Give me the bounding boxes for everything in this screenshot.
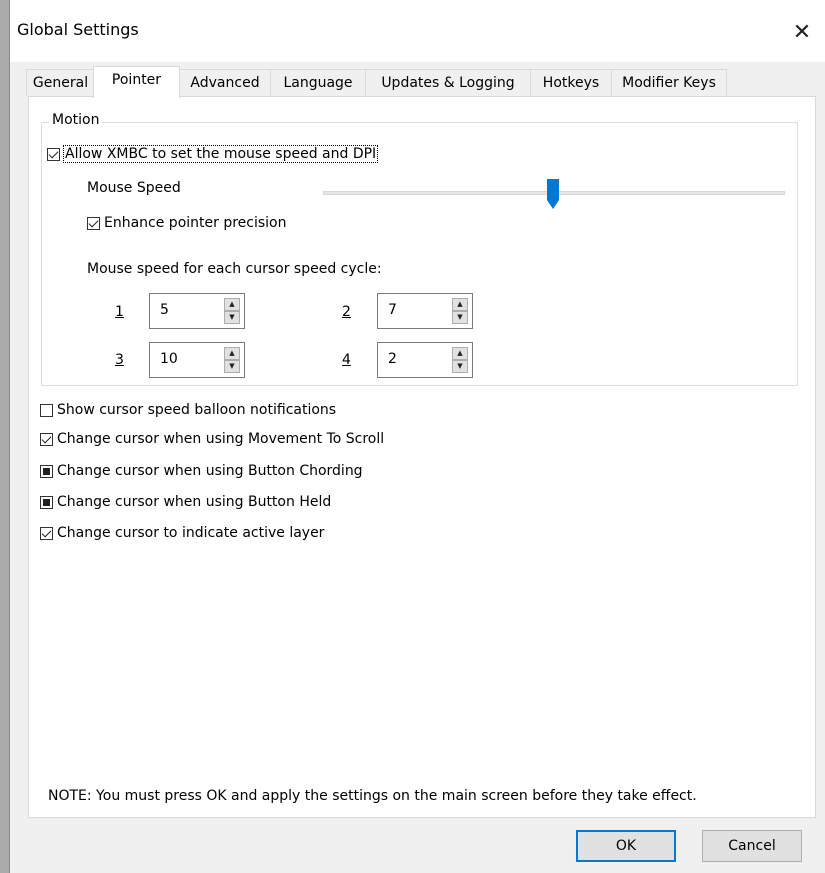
spin-down-button[interactable]: ▼ <box>452 311 468 324</box>
spin-down-icon: ▼ <box>457 362 463 370</box>
pointer-tab-panel: Motion Allow XMBC to set the mouse speed… <box>28 96 816 818</box>
cycle-3-spinner[interactable]: 10 ▲ ▼ <box>149 342 245 378</box>
balloon-notifications-label: Show cursor speed balloon notifications <box>57 402 337 418</box>
close-button[interactable]: ✕ <box>778 12 825 52</box>
checkbox-box <box>47 147 60 161</box>
spin-up-icon: ▲ <box>229 300 235 308</box>
tab-hotkeys[interactable]: Hotkeys <box>530 69 612 96</box>
active-layer-label: Change cursor to indicate active layer <box>57 525 325 541</box>
mouse-speed-label: Mouse Speed <box>87 180 181 196</box>
cycle-4-label: 4 <box>342 352 351 368</box>
checkbox-box <box>87 216 100 230</box>
checkbox-box <box>40 432 53 446</box>
spinner-value: 7 <box>388 302 397 318</box>
global-settings-dialog: Global Settings ✕ General Pointer Advanc… <box>9 0 825 873</box>
spin-up-button[interactable]: ▲ <box>224 298 240 311</box>
balloon-notifications-checkbox[interactable]: Show cursor speed balloon notifications <box>40 402 336 418</box>
spin-up-button[interactable]: ▲ <box>452 347 468 360</box>
tab-modifier-keys[interactable]: Modifier Keys <box>611 69 727 96</box>
checkbox-box <box>40 403 53 417</box>
title-bar: Global Settings ✕ <box>10 0 825 62</box>
tab-general[interactable]: General <box>26 69 95 96</box>
settings-note: NOTE: You must press OK and apply the se… <box>48 788 697 804</box>
close-icon: ✕ <box>792 19 812 45</box>
tab-advanced[interactable]: Advanced <box>179 69 271 96</box>
enhance-precision-checkbox[interactable]: Enhance pointer precision <box>87 215 287 231</box>
checkbox-box <box>40 495 53 509</box>
checkbox-box <box>40 464 53 478</box>
active-layer-checkbox[interactable]: Change cursor to indicate active layer <box>40 525 324 541</box>
spinner-value: 5 <box>160 302 169 318</box>
movement-to-scroll-checkbox[interactable]: Change cursor when using Movement To Scr… <box>40 431 384 447</box>
ok-button[interactable]: OK <box>576 830 676 862</box>
checkbox-box <box>40 526 53 540</box>
cycle-heading: Mouse speed for each cursor speed cycle: <box>87 261 382 277</box>
spin-up-icon: ▲ <box>229 349 235 357</box>
cycle-2-spinner[interactable]: 7 ▲ ▼ <box>377 293 473 329</box>
button-held-checkbox[interactable]: Change cursor when using Button Held <box>40 494 331 510</box>
spin-down-icon: ▼ <box>229 313 235 321</box>
spin-down-icon: ▼ <box>457 313 463 321</box>
cycle-1-label: 1 <box>115 304 124 320</box>
enhance-precision-label: Enhance pointer precision <box>104 215 287 231</box>
cycle-2-label: 2 <box>342 304 351 320</box>
button-chording-checkbox[interactable]: Change cursor when using Button Chording <box>40 463 363 479</box>
spinner-value: 10 <box>160 351 178 367</box>
allow-mouse-speed-label: Allow XMBC to set the mouse speed and DP… <box>62 145 379 163</box>
tab-pointer[interactable]: Pointer <box>93 66 180 98</box>
movement-to-scroll-label: Change cursor when using Movement To Scr… <box>57 431 385 447</box>
spin-up-icon: ▲ <box>457 300 463 308</box>
cycle-1-spinner[interactable]: 5 ▲ ▼ <box>149 293 245 329</box>
spin-down-button[interactable]: ▼ <box>452 360 468 373</box>
cycle-3-label: 3 <box>115 352 124 368</box>
cycle-4-spinner[interactable]: 2 ▲ ▼ <box>377 342 473 378</box>
button-held-label: Change cursor when using Button Held <box>57 494 332 510</box>
button-chording-label: Change cursor when using Button Chording <box>57 463 363 479</box>
mouse-speed-slider-thumb[interactable] <box>547 179 559 209</box>
motion-legend: Motion <box>49 112 103 128</box>
spin-up-button[interactable]: ▲ <box>224 347 240 360</box>
cancel-button[interactable]: Cancel <box>702 830 802 862</box>
tab-language[interactable]: Language <box>270 69 366 96</box>
spin-down-button[interactable]: ▼ <box>224 360 240 373</box>
spin-down-button[interactable]: ▼ <box>224 311 240 324</box>
tab-updates-logging[interactable]: Updates & Logging <box>365 69 531 96</box>
motion-groupbox: Motion Allow XMBC to set the mouse speed… <box>41 112 798 386</box>
spin-down-icon: ▼ <box>229 362 235 370</box>
spin-up-button[interactable]: ▲ <box>452 298 468 311</box>
window-title: Global Settings <box>17 20 139 39</box>
spinner-value: 2 <box>388 351 397 367</box>
allow-mouse-speed-checkbox[interactable]: Allow XMBC to set the mouse speed and DP… <box>47 145 379 163</box>
spin-up-icon: ▲ <box>457 349 463 357</box>
